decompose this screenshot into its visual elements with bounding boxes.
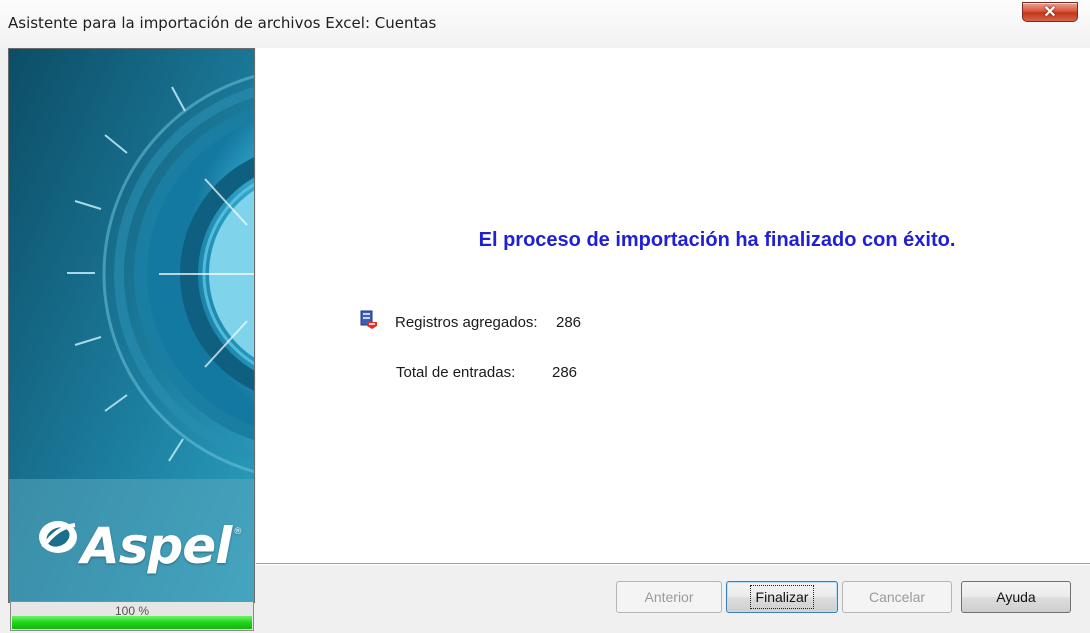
records-added-value: 286 <box>556 314 582 331</box>
finish-button[interactable]: Finalizar <box>726 581 838 613</box>
aspel-logo: Aspel ® <box>37 517 242 575</box>
records-added-icon <box>359 310 379 330</box>
records-added-label: Registros agregados: <box>395 314 538 331</box>
close-button[interactable]: ✕ <box>1022 2 1078 22</box>
total-entries-label: Total de entradas: <box>396 364 516 381</box>
finish-button-label: Finalizar <box>749 585 815 609</box>
total-entries-value: 286 <box>552 364 578 381</box>
wizard-content: El proceso de importación ha finalizado … <box>256 48 1090 563</box>
help-button[interactable]: Ayuda <box>961 581 1071 613</box>
aspel-swoosh-icon <box>37 521 79 566</box>
progress-label: 100 % <box>114 604 150 618</box>
registered-mark: ® <box>233 527 242 537</box>
window-title: Asistente para la importación de archivo… <box>8 14 437 32</box>
import-progress-bar: 100 % <box>10 601 254 631</box>
previous-button[interactable]: Anterior <box>616 581 722 613</box>
wizard-banner: Aspel ® <box>8 48 255 603</box>
close-icon: ✕ <box>1043 4 1057 21</box>
cancel-button-label: Cancelar <box>868 589 926 605</box>
cancel-button[interactable]: Cancelar <box>842 581 952 613</box>
logo-text: Aspel <box>81 517 232 575</box>
completion-message: El proceso de importación ha finalizado … <box>478 229 956 251</box>
button-area-separator <box>256 563 1090 565</box>
title-bar: Asistente para la importación de archivo… <box>0 0 1090 48</box>
previous-button-label: Anterior <box>644 589 694 605</box>
help-button-label: Ayuda <box>996 589 1036 605</box>
